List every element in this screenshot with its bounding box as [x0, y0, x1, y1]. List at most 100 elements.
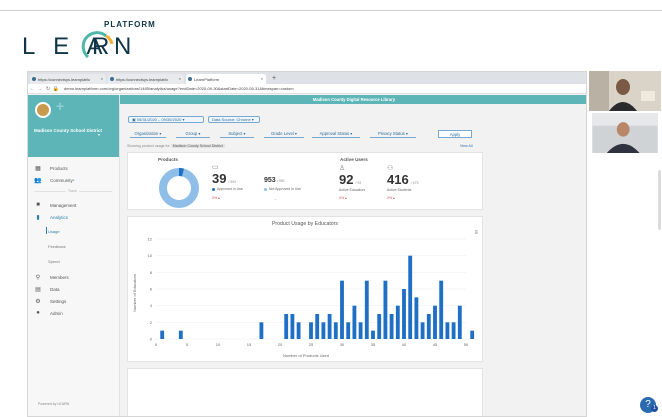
- not-approved-of: / 992: [276, 179, 285, 183]
- approved-value: 39: [212, 171, 227, 186]
- organization-chip[interactable]: Madison County School District: [170, 144, 225, 148]
- new-tab-button[interactable]: +: [272, 74, 276, 84]
- students-label: Active Students: [387, 188, 412, 192]
- sidebar-item-admin[interactable]: ● Admin: [34, 310, 63, 316]
- bar[interactable]: [352, 305, 357, 339]
- filter-subject[interactable]: Subject ▾: [220, 130, 254, 138]
- date-range-picker[interactable]: ▣ 05/31/2020 – 09/30/2020 ▾: [128, 116, 204, 123]
- sidebar-item-analytics[interactable]: ▮ Analytics: [34, 214, 68, 221]
- bar[interactable]: [364, 280, 369, 339]
- x-axis-label: Number of Products Used: [283, 353, 329, 358]
- not-approved-count: 953/ 992: [264, 177, 284, 184]
- bar[interactable]: [358, 322, 363, 339]
- apply-button[interactable]: Apply: [438, 130, 472, 138]
- url-input[interactable]: demo.learnplatform.com/org/organizations…: [64, 86, 294, 91]
- bar[interactable]: [433, 305, 437, 339]
- bar[interactable]: [327, 314, 332, 339]
- student-icon: ⚇: [387, 165, 394, 172]
- y-tick-label: 4: [150, 303, 153, 308]
- bar[interactable]: [426, 314, 431, 339]
- bar[interactable]: [451, 322, 456, 339]
- filter-group[interactable]: Group ▾: [176, 130, 210, 138]
- learnplatform-app: + Madison County School District ▾ ▦ Prod…: [28, 95, 586, 416]
- filter-privacy-status[interactable]: Privacy Status ▾: [370, 130, 416, 138]
- x-tick-label: 10: [216, 342, 221, 347]
- filter-organization[interactable]: Organization ▾: [130, 130, 166, 138]
- next-card: [127, 368, 483, 416]
- y-tick-label: 10: [148, 253, 153, 258]
- chevron-down-icon[interactable]: ▾: [98, 132, 100, 137]
- legend-dot: [264, 187, 267, 191]
- sidebar-item-members[interactable]: ⚲ Members: [34, 274, 69, 281]
- sidebar-item-settings[interactable]: ⚙ Settings: [34, 298, 66, 305]
- bar[interactable]: [389, 314, 394, 339]
- favicon-icon: [188, 77, 192, 81]
- bar[interactable]: [296, 322, 301, 339]
- browser-tab-active[interactable]: LearnPlatform ×: [186, 74, 266, 84]
- bar[interactable]: [377, 314, 382, 339]
- filter-grade-level[interactable]: Grade Level ▾: [264, 130, 304, 138]
- y-tick-label: 2: [150, 320, 153, 325]
- data-source-dropdown[interactable]: Data Source: Chrome ▾: [208, 116, 260, 123]
- bar[interactable]: [408, 255, 413, 339]
- bar[interactable]: [284, 314, 289, 339]
- sidebar-subitem-spend[interactable]: Spend: [48, 259, 60, 264]
- sidebar-subitem-usage[interactable]: Usage: [48, 229, 60, 234]
- bar[interactable]: [371, 330, 375, 339]
- bar[interactable]: [259, 322, 264, 339]
- not-approved-value: 953: [264, 177, 276, 184]
- sidebar-item-products[interactable]: ▦ Products: [34, 165, 68, 172]
- avatar[interactable]: [35, 102, 51, 118]
- lock-icon: 🔒: [52, 85, 60, 92]
- back-icon[interactable]: ←: [28, 86, 36, 92]
- notification-dot-icon: •: [72, 177, 75, 184]
- bar[interactable]: [309, 322, 313, 339]
- educators-change: 0% ▴: [339, 196, 347, 200]
- bar[interactable]: [383, 280, 388, 339]
- grid-icon: ▦: [35, 166, 41, 172]
- sidebar-item-management[interactable]: ■ Management: [34, 202, 76, 208]
- date-end: 09/30/2020: [161, 117, 182, 122]
- bar[interactable]: [346, 322, 351, 339]
- bar[interactable]: [178, 330, 183, 339]
- sidebar-subitem-feedback[interactable]: Feedback: [48, 244, 66, 249]
- forward-icon[interactable]: →: [36, 86, 44, 92]
- approved-label: Approved in Use: [217, 187, 243, 191]
- reload-icon[interactable]: ↻: [44, 86, 52, 92]
- tab-title: https://connectsys.learnplatfo: [116, 76, 168, 82]
- legend-dot: [212, 187, 215, 191]
- chart-title: Product Usage by Educators: [271, 221, 339, 227]
- sidebar-item-community[interactable]: 👥 Community •: [34, 177, 75, 185]
- bar[interactable]: [420, 322, 425, 339]
- bar[interactable]: [402, 289, 406, 339]
- bar[interactable]: [439, 280, 444, 339]
- bar[interactable]: [333, 322, 338, 339]
- browser-tab[interactable]: https://connectsys.learnplatfo ×: [30, 74, 106, 84]
- view-all-link[interactable]: View All: [460, 144, 473, 148]
- browser-tab[interactable]: https://connectsys.learnplatfo ×: [108, 74, 184, 84]
- bar[interactable]: [321, 322, 326, 339]
- expand-chevron-icon[interactable]: ⌄: [274, 197, 277, 201]
- content-area: ▣ 05/31/2020 – 09/30/2020 ▾ Data Source:…: [120, 104, 586, 416]
- district-name[interactable]: Madison County School District: [34, 128, 104, 133]
- close-tab-icon[interactable]: ×: [101, 76, 103, 81]
- bar[interactable]: [290, 314, 295, 339]
- bar[interactable]: [160, 330, 165, 339]
- bar[interactable]: [395, 305, 400, 339]
- filter-label: Approval Status: [319, 131, 350, 136]
- bar[interactable]: [457, 305, 462, 339]
- database-icon: ▤: [35, 287, 41, 293]
- page-scrollbar[interactable]: [658, 170, 661, 230]
- close-tab-icon[interactable]: ×: [261, 76, 263, 81]
- bar[interactable]: [340, 280, 344, 339]
- filter-approval-status[interactable]: Approval Status ▾: [312, 130, 360, 138]
- video-wall-shadow: [589, 71, 609, 111]
- library-banner: Madison County Digital Resource Library: [120, 95, 586, 104]
- bar[interactable]: [445, 322, 450, 339]
- sidebar-item-data[interactable]: ▤ Data: [34, 286, 59, 293]
- bar[interactable]: [414, 297, 419, 339]
- bar[interactable]: [470, 330, 475, 339]
- close-tab-icon[interactable]: ×: [179, 76, 181, 81]
- top-divider: [0, 10, 662, 11]
- bar[interactable]: [315, 314, 320, 339]
